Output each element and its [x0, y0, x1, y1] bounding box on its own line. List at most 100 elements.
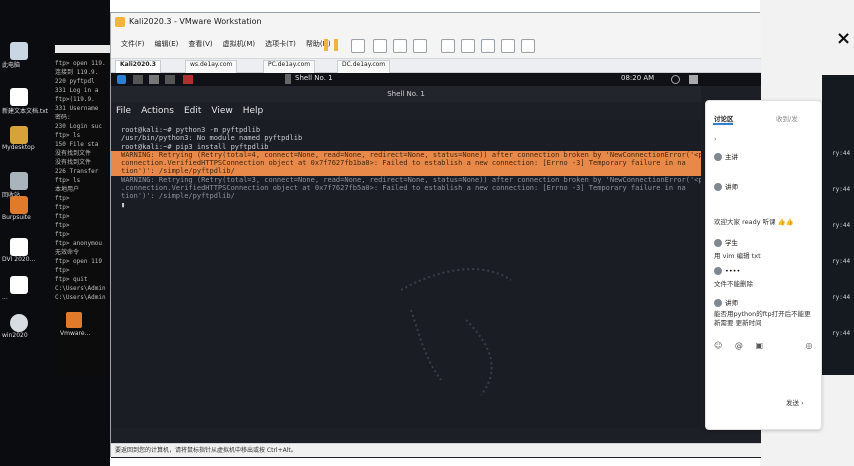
terminal-line: ▮ — [121, 200, 126, 209]
host-cmd-line: C:\Users\Admin — [55, 294, 106, 301]
host-cmd-line: 无效命令 — [55, 249, 80, 256]
host-cmd-line: 连接到 119.9. — [55, 69, 99, 76]
host-cmd-titlebar[interactable] — [55, 45, 117, 53]
desktop-icon-label: Vmware... — [60, 330, 91, 337]
more-icon[interactable]: ◎ — [806, 341, 813, 350]
host-cmd-line: 220 pyftpdl — [55, 78, 95, 85]
host-dark-window: ry:44 ry:44 ry:44 ry:44 ry:44 ry:44 — [822, 75, 854, 375]
log-line: ry:44 — [832, 186, 851, 193]
host-cmd-line: 331 Username — [55, 105, 99, 112]
terminal-output[interactable]: root@kali:~# python3 -m pyftpdlib/usr/bi… — [111, 120, 701, 428]
battery-icon[interactable] — [689, 75, 698, 84]
kali-dragon-logo — [400, 268, 512, 396]
fullscreen-icon[interactable] — [481, 39, 495, 53]
chat-message: 讲师 能否用python的ftp打开后不能更新需要 更新时间 — [714, 297, 814, 328]
terminal-menu-item[interactable]: View — [211, 106, 232, 116]
unity-icon[interactable] — [501, 39, 515, 53]
terminal-line: .connection.VerifiedHTTPSConnection obje… — [121, 184, 686, 193]
menu-item[interactable]: 查看(V) — [188, 39, 212, 49]
host-cmd-line: ftp> ls — [55, 177, 81, 184]
console-icon[interactable] — [521, 39, 535, 53]
network-icon[interactable] — [671, 75, 680, 84]
image-icon[interactable]: ▣ — [755, 341, 763, 350]
vmware-titlebar[interactable]: Kali2020.3 - VMware Workstation — [111, 13, 761, 31]
terminal-menu-item[interactable]: Help — [243, 106, 264, 116]
log-line: ry:44 — [832, 330, 851, 337]
vmware-window: Kali2020.3 - VMware Workstation 文件(F) 编辑(… — [110, 12, 761, 458]
library-icon[interactable] — [441, 39, 455, 53]
menu-item[interactable]: 文件(F) — [121, 39, 145, 49]
host-cmd-line: ftp>(119.9. — [55, 96, 95, 103]
clock[interactable]: 08:20 AM — [621, 74, 654, 82]
host-cmd-line: ftp> — [55, 213, 70, 220]
terminal-line: tion')': /simple/pyftpdlib/ — [121, 192, 235, 201]
host-cmd-line: C:\Users\Admin — [55, 285, 106, 292]
host-cmd-line: ftp> — [55, 267, 70, 274]
chat-message: 讲师 — [714, 181, 814, 191]
taskbar-app-icon[interactable] — [133, 75, 143, 84]
menu-item[interactable]: 虚拟机(M) — [223, 39, 256, 49]
log-line: ry:44 — [832, 258, 851, 265]
emoji-icon[interactable]: ☺ — [714, 341, 722, 350]
host-cmd-line: 没有找到文件 — [55, 150, 92, 157]
tab-pc[interactable]: PC.de1ay.com — [263, 60, 316, 73]
chat-tab-other[interactable]: 收到/发 — [776, 113, 816, 123]
taskbar-app-icon[interactable] — [165, 75, 175, 84]
host-cmd-line: 226 Transfer — [55, 168, 99, 175]
pause-icon[interactable]: ❚❚ — [321, 37, 341, 51]
log-line: ry:44 — [832, 150, 851, 157]
avatar — [714, 299, 722, 307]
revert-snapshot-icon[interactable] — [393, 39, 407, 53]
terminal-titlebar[interactable]: Shell No. 1 — [111, 86, 701, 102]
avatar — [714, 267, 722, 275]
folder-icon — [10, 126, 28, 144]
terminal-line: connection.VerifiedHTTPSConnection objec… — [111, 159, 701, 168]
host-cmd-line: ftp> ls — [55, 132, 81, 139]
kali-top-panel: Shell No. 1 08:20 AM — [111, 73, 761, 86]
taskbar-window-title[interactable]: Shell No. 1 — [295, 74, 333, 82]
vmware-status-bar: 要返回到您的计算机，请将鼠标指针从虚拟机中移出或按 Ctrl+Alt。 — [111, 443, 761, 457]
host-cmd-line: 230 Login suc — [55, 123, 102, 130]
menu-items: 文件(F) 编辑(E) 查看(V) 虚拟机(M) 选项卡(T) 帮助(H) — [121, 39, 341, 49]
snapshot-icon[interactable] — [373, 39, 387, 53]
kali-menu-icon[interactable] — [117, 75, 126, 84]
terminal-menu-item[interactable]: Actions — [141, 106, 174, 116]
terminal-menu-item[interactable]: File — [116, 106, 131, 116]
tab-kali[interactable]: Kali2020.3 — [115, 60, 161, 73]
burp-icon — [10, 196, 28, 214]
chevron-right-icon[interactable]: › — [714, 135, 814, 143]
chat-sender: 讲师 — [725, 299, 738, 307]
chat-message: 学生用 vim 编辑 txt — [714, 237, 814, 260]
terminal-menu-item[interactable]: Edit — [184, 106, 201, 116]
app-icon — [10, 314, 28, 332]
host-cmd-line: ftp> open 119 — [55, 258, 102, 265]
document-icon — [10, 276, 28, 294]
menu-item[interactable]: 选项卡(T) — [265, 39, 296, 49]
kali-guest-screen: Shell No. 1 08:20 AM Shell No. 1 File Act… — [111, 73, 761, 458]
terminal-line: /usr/bin/python3: No module named pyftpd… — [121, 134, 303, 143]
host-cmd-line: 密码: — [55, 114, 71, 121]
close-icon[interactable]: × — [836, 28, 851, 49]
tab-ws[interactable]: ws.de1ay.com — [185, 60, 238, 73]
send-ctrl-alt-del-icon[interactable] — [351, 39, 365, 53]
chat-message: 主讲 — [714, 151, 814, 161]
recycle-bin-icon — [10, 172, 28, 190]
chat-text: 欢迎大家 ready 听课 👍👍 — [714, 218, 794, 226]
tab-dc[interactable]: DC.de1ay.com — [337, 60, 391, 73]
log-line: ry:44 — [832, 222, 851, 229]
vm-tab-bar: Kali2020.3 ws.de1ay.com PC.de1ay.com DC.… — [111, 59, 761, 73]
chat-sender: •••• — [725, 267, 741, 275]
taskbar-app-icon[interactable] — [183, 75, 193, 84]
chat-text: 文件不能删除 — [714, 280, 753, 288]
vmware-icon[interactable] — [66, 312, 82, 328]
thumbnail-icon[interactable] — [461, 39, 475, 53]
menu-item[interactable]: 编辑(E) — [155, 39, 179, 49]
send-button[interactable]: 发送 › — [786, 397, 816, 407]
terminal-line: WARNING: Retrying (Retry(total=4, connec… — [111, 150, 701, 160]
taskbar-app-icon[interactable] — [149, 75, 159, 84]
at-icon[interactable]: @ — [735, 341, 743, 350]
host-cmd-line: 本地用户 — [55, 186, 80, 193]
host-cmd-line: 没有找到文件 — [55, 159, 92, 166]
avatar — [714, 183, 722, 191]
manage-snapshot-icon[interactable] — [413, 39, 427, 53]
